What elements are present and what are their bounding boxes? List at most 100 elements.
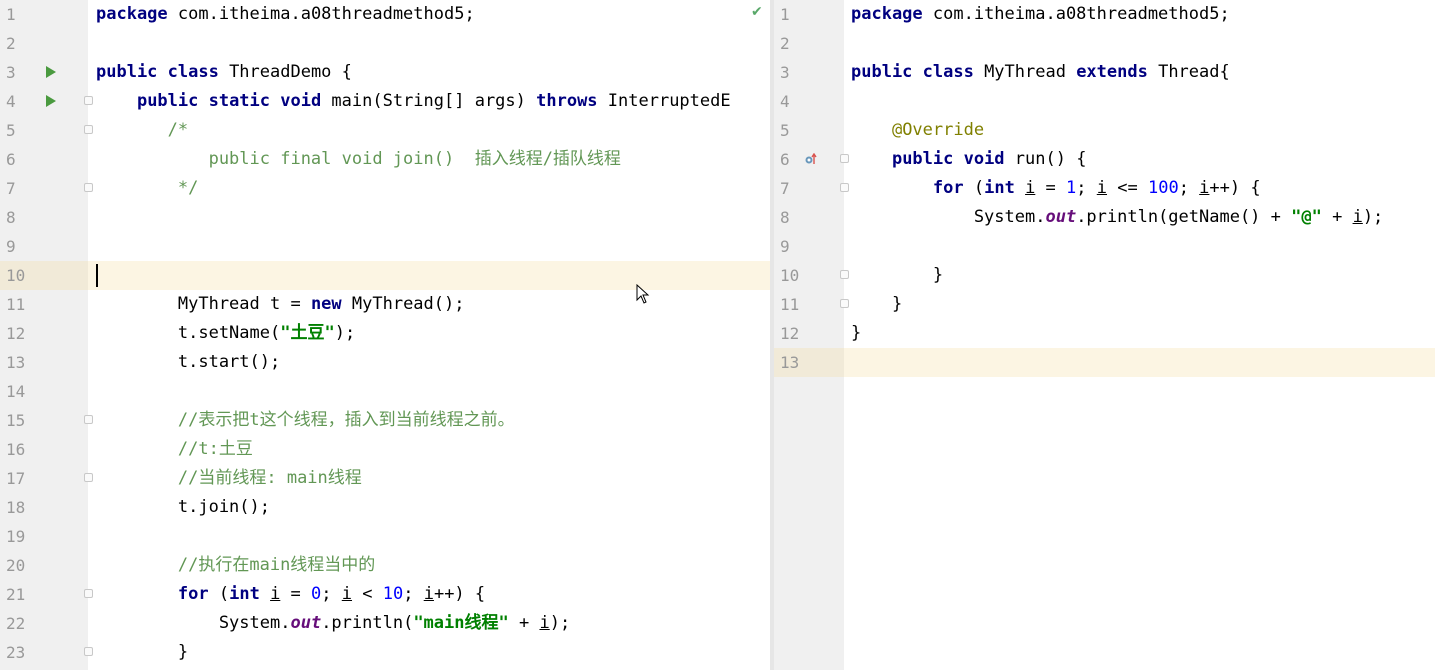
left-code-line[interactable]: 21 for (int i = 0; i < 10; i++) { [0, 580, 770, 609]
line-number: 13 [780, 353, 800, 372]
code-text: //当前线程: main线程 [177, 468, 362, 488]
line-number: 4 [780, 92, 790, 111]
line-number: 9 [6, 237, 16, 256]
left-code-line[interactable]: 3 public class ThreadDemo { [0, 58, 770, 87]
left-code-line[interactable]: 10 [0, 261, 770, 290]
code-text: //t:土豆 [177, 439, 253, 459]
left-code-line[interactable]: 2 [0, 29, 770, 58]
left-code-line[interactable]: 12 t.setName("土豆"); [0, 319, 770, 348]
left-code-line[interactable]: 18 t.join(); [0, 493, 770, 522]
run-icon[interactable] [46, 66, 56, 78]
fold-icon[interactable] [84, 647, 93, 656]
code-text: public static void main(String[] args) t… [136, 91, 731, 111]
right-code-line[interactable]: 9 [774, 232, 1435, 261]
right-code-line[interactable]: 2 [774, 29, 1435, 58]
line-number: 23 [6, 643, 26, 662]
left-code-line[interactable]: 11 MyThread t = new MyThread(); [0, 290, 770, 319]
left-code-line[interactable]: 16 //t:土豆 [0, 435, 770, 464]
right-code-line[interactable]: 7 for (int i = 1; i <= 100; i++) { [774, 174, 1435, 203]
fold-icon[interactable] [84, 125, 93, 134]
line-number: 10 [780, 266, 800, 285]
left-code-line[interactable]: 22 System.out.println("main线程" + i); [0, 609, 770, 638]
gutter-cell: 3 [0, 58, 88, 87]
run-icon[interactable] [46, 95, 56, 107]
code-text: for (int i = 0; i < 10; i++) { [177, 584, 486, 604]
gutter-cell: 3 [774, 58, 844, 87]
fold-icon[interactable] [84, 415, 93, 424]
left-code-line[interactable]: 19 [0, 522, 770, 551]
line-number: 12 [780, 324, 800, 343]
fold-icon[interactable] [840, 270, 849, 279]
left-editor-pane[interactable]: 1 package com.itheima.a08threadmethod5; 2 3… [0, 0, 770, 670]
left-code-line[interactable]: 6 public final void join() 插入线程/插队线程 [0, 145, 770, 174]
gutter-cell: 14 [0, 377, 88, 406]
right-code-line[interactable]: 11 } [774, 290, 1435, 319]
code-text: System.out.println(getName() + "@" + i); [851, 207, 1384, 227]
gutter-cell: 9 [774, 232, 844, 261]
code-text: for (int i = 1; i <= 100; i++) { [932, 178, 1261, 198]
fold-icon[interactable] [84, 183, 93, 192]
code-text: //表示把t这个线程，插入到当前线程之前。 [177, 410, 515, 430]
left-code-line[interactable]: 4 public static void main(String[] args)… [0, 87, 770, 116]
gutter-cell: 10 [774, 261, 849, 290]
gutter-cell: 4 [774, 87, 844, 116]
fold-icon[interactable] [84, 96, 93, 105]
line-number: 8 [6, 208, 16, 227]
right-code-line[interactable]: 13 [774, 348, 1435, 377]
line-number: 9 [780, 237, 790, 256]
code-text: } [96, 642, 189, 662]
right-code-line[interactable]: 6 public void run() { [774, 145, 1435, 174]
right-code-line[interactable]: 8 System.out.println(getName() + "@" + i… [774, 203, 1435, 232]
line-number: 7 [6, 179, 16, 198]
left-code-line[interactable]: 7 */ [0, 174, 770, 203]
line-number: 18 [6, 498, 26, 517]
gutter-cell: 4 [0, 87, 93, 116]
left-code-line[interactable]: 1 package com.itheima.a08threadmethod5; [0, 0, 770, 29]
code-text: public class MyThread extends Thread{ [851, 62, 1230, 82]
gutter-cell: 5 [774, 116, 844, 145]
left-code-line[interactable]: 23 } [0, 638, 770, 667]
fold-icon[interactable] [840, 154, 849, 163]
fold-icon[interactable] [840, 299, 849, 308]
right-code-line[interactable]: 12} [774, 319, 1435, 348]
line-number: 4 [6, 92, 16, 111]
code-text: //执行在main线程当中的 [177, 555, 376, 575]
line-number: 8 [780, 208, 790, 227]
left-code-line[interactable]: 9 [0, 232, 770, 261]
gutter-cell: 9 [0, 232, 88, 261]
fold-icon[interactable] [84, 589, 93, 598]
left-code-line[interactable]: 17 //当前线程: main线程 [0, 464, 770, 493]
right-code-line[interactable]: 1 package com.itheima.a08threadmethod5; [774, 0, 1435, 29]
gutter-cell: 12 [774, 319, 844, 348]
gutter-cell: 10 [0, 261, 88, 290]
right-code-line[interactable]: 3 public class MyThread extends Thread{ [774, 58, 1435, 87]
right-code-line[interactable]: 4 [774, 87, 1435, 116]
right-code-line[interactable]: 5 @Override [774, 116, 1435, 145]
gutter-cell: 11 [774, 290, 849, 319]
left-code-line[interactable]: 5 /* [0, 116, 770, 145]
fold-icon[interactable] [84, 473, 93, 482]
line-number: 14 [6, 382, 26, 401]
left-code-line[interactable]: 13 t.start(); [0, 348, 770, 377]
line-number: 11 [780, 295, 800, 314]
line-number: 6 [6, 150, 16, 169]
check-icon: ✔ [751, 4, 763, 20]
gutter-cell: 2 [774, 29, 844, 58]
line-number: 20 [6, 556, 26, 575]
code-text: */ [96, 178, 199, 198]
gutter-cell: 6 [0, 145, 88, 174]
override-icon[interactable] [805, 153, 817, 165]
fold-icon[interactable] [840, 183, 849, 192]
line-number: 16 [6, 440, 26, 459]
line-number: 3 [6, 63, 16, 82]
right-editor-pane[interactable]: 1 package com.itheima.a08threadmethod5; 2 3… [774, 0, 1435, 670]
line-number: 1 [780, 5, 790, 24]
line-number: 7 [780, 179, 790, 198]
line-number: 22 [6, 614, 26, 633]
left-code-line[interactable]: 14 [0, 377, 770, 406]
left-code-line[interactable]: 15 //表示把t这个线程，插入到当前线程之前。 [0, 406, 770, 435]
left-code-line[interactable]: 20 //执行在main线程当中的 [0, 551, 770, 580]
right-code-line[interactable]: 10 } [774, 261, 1435, 290]
gutter-cell: 22 [0, 609, 88, 638]
left-code-line[interactable]: 8 [0, 203, 770, 232]
